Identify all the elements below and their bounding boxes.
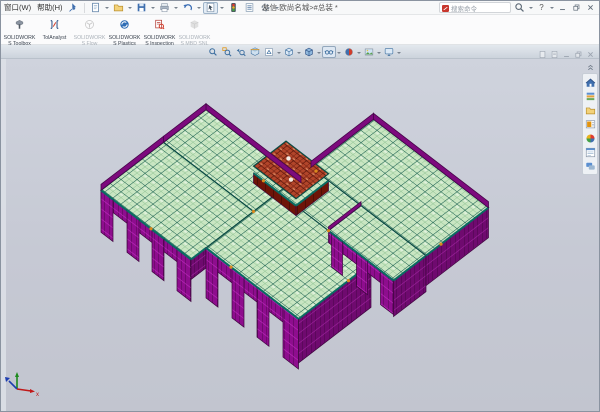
zoom-to-area-icon[interactable] (220, 46, 234, 58)
pin-menu-icon[interactable] (66, 2, 81, 14)
select-icon[interactable] (203, 2, 218, 14)
title-bar: 窗口(W) 帮助(H) 友信.欧尚名城>#总装 * 搜索命令 ? (1, 1, 599, 15)
apply-scene-icon[interactable] (362, 46, 376, 58)
save-caret-icon[interactable] (151, 7, 155, 11)
save-icon[interactable] (134, 2, 149, 14)
addin-label: TolAnalyst (43, 36, 67, 42)
undo-icon[interactable] (180, 2, 195, 14)
search-icon[interactable] (512, 2, 527, 14)
minimize-button[interactable] (556, 2, 569, 14)
clamp-accent (347, 279, 350, 282)
search-caret-icon[interactable] (529, 7, 533, 11)
triad-x-label: x (36, 392, 39, 398)
previous-view-icon[interactable] (234, 46, 248, 58)
heads-up-view-toolbar (206, 46, 402, 58)
clamp-accent (262, 179, 265, 182)
file-properties-icon[interactable] (242, 2, 257, 14)
taskpane-file-explorer-tab[interactable] (584, 104, 596, 116)
assembly-model[interactable]: x (1, 59, 599, 411)
select-caret-icon[interactable] (220, 7, 224, 11)
taskpane-design-library-tab[interactable] (584, 90, 596, 102)
tolanalyst-icon (49, 17, 60, 35)
open-file-caret-icon[interactable] (128, 7, 132, 11)
addin-inspection-button[interactable]: SOLIDWORKS Inspection (142, 15, 177, 44)
taskpane-view-palette-tab[interactable] (584, 118, 596, 130)
menu-help[interactable]: 帮助(H) (34, 2, 65, 13)
flow-simulation-icon (84, 17, 95, 35)
view-orientation-icon[interactable] (282, 46, 296, 58)
close-button[interactable] (584, 2, 597, 14)
view-settings-caret-icon[interactable] (397, 52, 401, 56)
help-button[interactable]: ? (535, 2, 548, 14)
taskpane-solidworks-resources-tab[interactable] (584, 76, 596, 88)
window-title: 友信.欧尚名城>#总装 * (262, 1, 338, 15)
addin-plastics-button[interactable]: SOLIDWORKS Plastics (107, 15, 142, 44)
toolbox-icon (14, 17, 25, 35)
hide-show-items-caret-icon[interactable] (337, 52, 341, 56)
clamp-accent (229, 266, 232, 269)
open-file-icon[interactable] (111, 2, 126, 14)
display-style-icon[interactable] (302, 46, 316, 58)
taskpane-custom-properties-tab[interactable] (584, 146, 596, 158)
divider (84, 3, 85, 13)
edit-appearance-icon[interactable] (342, 46, 356, 58)
zoom-to-fit-icon[interactable] (206, 46, 220, 58)
reference-triad: x (5, 372, 39, 398)
new-file-caret-icon[interactable] (105, 7, 109, 11)
clamp-accent (149, 227, 152, 230)
restore-button[interactable] (570, 2, 583, 14)
viewport-top-band (1, 45, 599, 59)
clamp-accent (314, 170, 317, 173)
addins-toolbar: SOLIDWORKS Toolbox TolAnalyst SOLIDWORKS F… (1, 15, 599, 45)
view-settings-icon[interactable] (382, 46, 396, 58)
addin-tolanalyst-button[interactable]: TolAnalyst (37, 15, 72, 44)
3d-drawing-view-caret-icon[interactable] (277, 52, 281, 56)
rebuild-icon[interactable] (226, 2, 241, 14)
inspection-icon (154, 17, 165, 35)
clamp-accent (252, 210, 255, 213)
quick-access-toolbar (88, 2, 280, 14)
core-opening (289, 177, 293, 181)
clamp-accent (327, 229, 330, 232)
plastics-icon (119, 17, 130, 35)
mbd-icon (189, 17, 200, 35)
hide-show-items-icon[interactable] (322, 46, 336, 58)
search-input[interactable]: 搜索命令 (451, 3, 477, 13)
clamp-accent (439, 243, 442, 246)
core-opening (286, 156, 290, 160)
taskpane-solidworks-forum-tab[interactable] (584, 160, 596, 172)
print-icon[interactable] (157, 2, 172, 14)
graphics-viewport[interactable]: x (1, 59, 599, 411)
display-style-caret-icon[interactable] (317, 52, 321, 56)
print-caret-icon[interactable] (174, 7, 178, 11)
search-commands-box[interactable]: 搜索命令 (439, 2, 511, 13)
edit-appearance-caret-icon[interactable] (357, 52, 361, 56)
apply-scene-caret-icon[interactable] (377, 52, 381, 56)
addin-toolbox-button[interactable]: SOLIDWORKS Toolbox (2, 15, 37, 44)
task-pane (582, 63, 598, 175)
solidworks-window: { "window": { "title": "友信.欧尚名城>#总装 *", … (0, 0, 600, 412)
taskpane-appearances-tab[interactable] (584, 132, 596, 144)
collapse-chevron-icon[interactable] (583, 63, 597, 72)
addin-mbd-button: SOLIDWORKS MBD SNL (177, 15, 212, 44)
titlebar-right: 搜索命令 ? (439, 2, 599, 14)
view-orientation-caret-icon[interactable] (297, 52, 301, 56)
new-file-icon[interactable] (88, 2, 103, 14)
addin-flow-simulation-button: SOLIDWORKS Flow Simulation (72, 15, 107, 44)
3d-drawing-view-icon[interactable] (262, 46, 276, 58)
help-caret-icon[interactable] (550, 7, 554, 11)
section-view-icon[interactable] (248, 46, 262, 58)
menu-window[interactable]: 窗口(W) (1, 2, 34, 13)
undo-caret-icon[interactable] (197, 7, 201, 11)
